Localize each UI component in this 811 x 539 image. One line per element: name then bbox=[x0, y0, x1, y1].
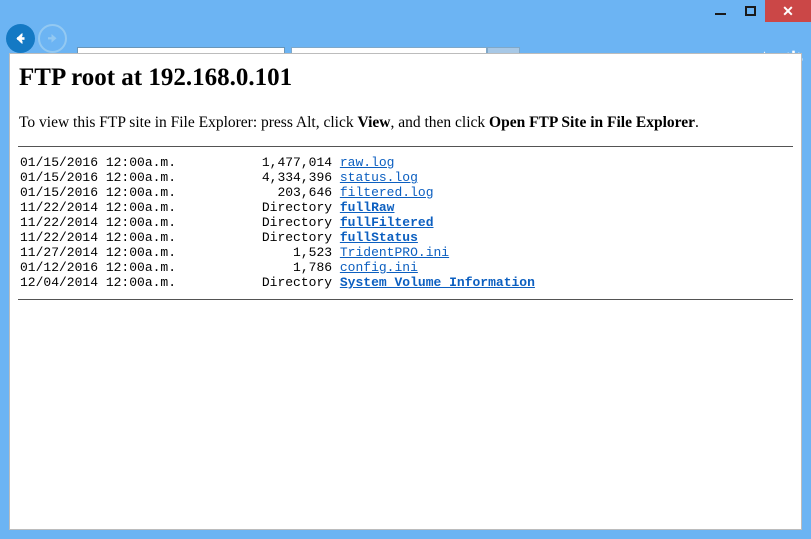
directory-link[interactable]: fullFiltered bbox=[340, 215, 434, 230]
arrow-left-icon bbox=[16, 33, 25, 44]
directory-marker: Directory bbox=[191, 230, 340, 245]
file-timestamp: 11/22/2014 12:00a.m. bbox=[20, 215, 192, 230]
page-title: FTP root at 192.168.0.101 bbox=[19, 64, 293, 91]
divider-top bbox=[18, 146, 793, 147]
file-link[interactable]: raw.log bbox=[340, 155, 395, 170]
maximize-icon bbox=[744, 6, 756, 16]
file-link[interactable]: filtered.log bbox=[340, 185, 434, 200]
file-timestamp: 11/22/2014 12:00a.m. bbox=[20, 230, 192, 245]
directory-link[interactable]: fullRaw bbox=[340, 200, 395, 215]
file-timestamp: 11/22/2014 12:00a.m. bbox=[20, 200, 192, 215]
file-size: 203,646 bbox=[191, 185, 340, 200]
file-size: 1,786 bbox=[191, 260, 340, 275]
file-listing-row: 01/12/2016 12:00a.m. 1,786 config.ini bbox=[20, 260, 801, 275]
minimize-icon bbox=[714, 13, 726, 15]
file-listing-row: 01/15/2016 12:00a.m. 1,477,014 raw.log bbox=[20, 155, 801, 170]
title-bar: ✕ bbox=[0, 0, 811, 22]
file-link[interactable]: status.log bbox=[340, 170, 418, 185]
file-size: 4,334,396 bbox=[191, 170, 340, 185]
directory-marker: Directory bbox=[191, 200, 340, 215]
forward-button[interactable] bbox=[38, 24, 67, 53]
file-size: 1,523 bbox=[191, 245, 340, 260]
page-content: FTP root at 192.168.0.101 To view this F… bbox=[9, 53, 802, 530]
file-link[interactable]: TridentPRO.ini bbox=[340, 245, 449, 260]
file-timestamp: 01/15/2016 12:00a.m. bbox=[20, 170, 192, 185]
file-listing-row: 12/04/2014 12:00a.m. Directory System Vo… bbox=[20, 275, 801, 290]
directory-link[interactable]: System Volume Information bbox=[340, 275, 535, 290]
file-timestamp: 01/15/2016 12:00a.m. bbox=[20, 155, 192, 170]
instructions-bold-open-ftp: Open FTP Site in File Explorer bbox=[489, 114, 695, 131]
file-listing-row: 11/22/2014 12:00a.m. Directory fullFilte… bbox=[20, 215, 801, 230]
file-listing-row: 01/15/2016 12:00a.m. 203,646 filtered.lo… bbox=[20, 185, 801, 200]
file-listing-row: 11/22/2014 12:00a.m. Directory fullStatu… bbox=[20, 230, 801, 245]
arrow-right-icon bbox=[48, 34, 57, 43]
directory-marker: Directory bbox=[191, 275, 340, 290]
file-link[interactable]: config.ini bbox=[340, 260, 418, 275]
instructions-part-3: . bbox=[694, 114, 699, 131]
navigation-bar: ftp://192.168.0.101/ bbox=[0, 22, 811, 75]
file-timestamp: 01/15/2016 12:00a.m. bbox=[20, 185, 192, 200]
maximize-button[interactable] bbox=[735, 0, 765, 22]
instructions-bold-view: View bbox=[357, 114, 391, 131]
instructions-part-1: To view this FTP site in File Explorer: … bbox=[19, 114, 358, 131]
directory-link[interactable]: fullStatus bbox=[340, 230, 418, 245]
divider-bottom bbox=[18, 299, 793, 300]
ftp-file-listing: 01/15/2016 12:00a.m. 1,477,014 raw.log 01… bbox=[20, 155, 801, 290]
file-size: 1,477,014 bbox=[191, 155, 340, 170]
close-button[interactable]: ✕ bbox=[765, 0, 811, 22]
file-listing-row: 11/22/2014 12:00a.m. Directory fullRaw bbox=[20, 200, 801, 215]
close-icon: ✕ bbox=[782, 3, 794, 19]
minimize-button[interactable] bbox=[705, 0, 735, 22]
window-controls: ✕ bbox=[705, 0, 811, 22]
file-timestamp: 11/27/2014 12:00a.m. bbox=[20, 245, 192, 260]
file-listing-row: 11/27/2014 12:00a.m. 1,523 TridentPRO.in… bbox=[20, 245, 801, 260]
file-listing-row: 01/15/2016 12:00a.m. 4,334,396 status.lo… bbox=[20, 170, 801, 185]
browser-window: ✕ FTP root at 192.168.0.101 To view this… bbox=[0, 0, 811, 539]
directory-marker: Directory bbox=[191, 215, 340, 230]
file-timestamp: 01/12/2016 12:00a.m. bbox=[20, 260, 192, 275]
ftp-instructions: To view this FTP site in File Explorer: … bbox=[19, 114, 801, 132]
file-timestamp: 12/04/2014 12:00a.m. bbox=[20, 275, 192, 290]
instructions-part-2: , and then click bbox=[390, 114, 490, 131]
back-button[interactable] bbox=[6, 24, 35, 53]
